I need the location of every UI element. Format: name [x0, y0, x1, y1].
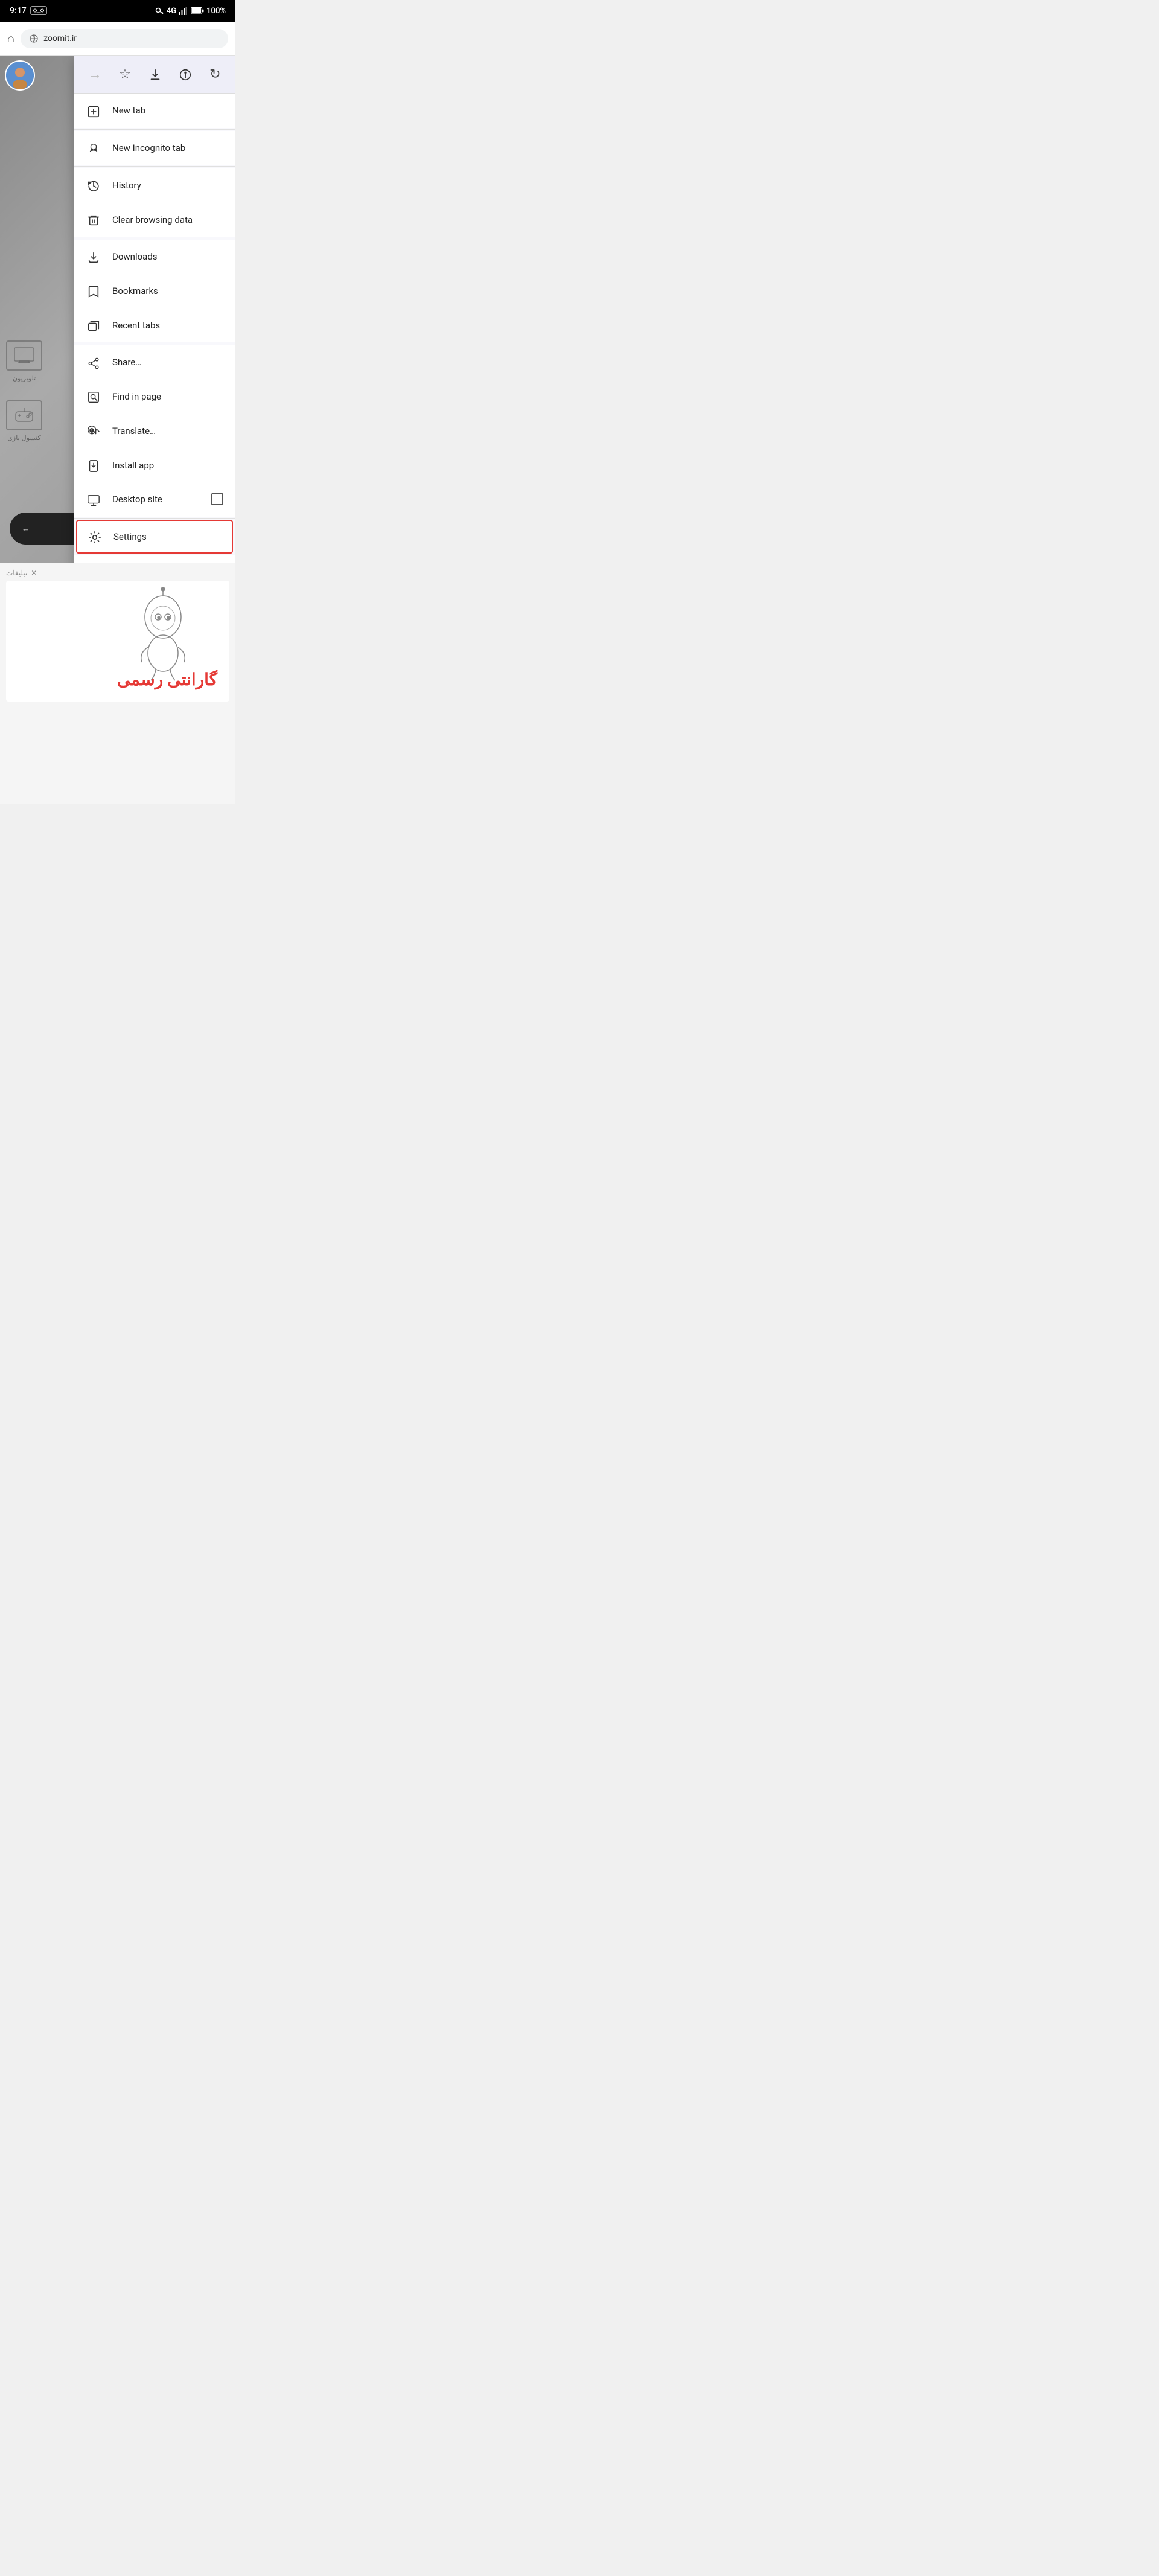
- divider-2: [74, 166, 235, 167]
- ad-label: تبلیغات: [6, 569, 27, 577]
- category-icons: تلویزیون کنسول بازی: [6, 340, 42, 442]
- cassette-icon: [30, 6, 47, 16]
- address-bar[interactable]: zoomit.ir: [21, 29, 228, 48]
- page-bottom: ✕ تبلیغات گارانتی رسمی: [0, 563, 235, 804]
- console-icon: [6, 400, 42, 430]
- bookmark-toolbar-button[interactable]: ☆: [114, 65, 136, 85]
- menu-item-new-tab[interactable]: New tab: [74, 94, 235, 128]
- menu-item-desktop-site[interactable]: Desktop site: [74, 482, 235, 517]
- tv-icon-item: تلویزیون: [6, 340, 42, 382]
- url-text: zoomit.ir: [43, 34, 77, 43]
- recent-tabs-label: Recent tabs: [112, 320, 223, 331]
- battery-icon: [191, 7, 204, 14]
- settings-icon: [87, 529, 103, 545]
- menu-item-share[interactable]: Share…: [74, 345, 235, 380]
- menu-item-settings[interactable]: Settings: [76, 520, 233, 554]
- battery-percent: 100%: [206, 7, 226, 16]
- status-bar: 9:17 4G 100%: [0, 0, 235, 22]
- refresh-toolbar-button[interactable]: ↻: [205, 65, 225, 85]
- download-toolbar-button[interactable]: [144, 65, 167, 85]
- info-toolbar-button[interactable]: [174, 65, 197, 85]
- new-tab-icon: [86, 103, 101, 118]
- find-icon: [86, 389, 101, 404]
- network-4g: 4G: [167, 7, 176, 16]
- tv-label: تلویزیون: [13, 374, 36, 382]
- share-label: Share…: [112, 357, 223, 368]
- ad-text: گارانتی رسمی: [117, 670, 217, 689]
- desktop-site-icon: [86, 492, 101, 507]
- ad-area: گارانتی رسمی: [6, 581, 229, 702]
- astronaut-sketch: [121, 587, 205, 683]
- menu-item-downloads[interactable]: Downloads: [74, 240, 235, 274]
- translate-label: Translate…: [112, 426, 223, 436]
- ad-close-button[interactable]: ✕: [31, 569, 37, 577]
- menu-item-install-app[interactable]: Install app: [74, 448, 235, 482]
- history-icon: [86, 177, 101, 193]
- share-icon: [86, 355, 101, 370]
- downloads-label: Downloads: [112, 251, 223, 262]
- history-label: History: [112, 180, 223, 191]
- menu-item-history[interactable]: History: [74, 168, 235, 202]
- find-in-page-label: Find in page: [112, 391, 223, 402]
- menu-item-translate[interactable]: G Translate…: [74, 414, 235, 448]
- install-app-label: Install app: [112, 460, 223, 471]
- console-label: کنسول بازی: [7, 434, 40, 442]
- scroll-text: ←: [22, 524, 30, 533]
- recent-tabs-icon: [86, 318, 101, 333]
- downloads-icon: [86, 249, 101, 264]
- status-time: 9:17: [10, 6, 27, 16]
- divider-1: [74, 129, 235, 130]
- tv-icon: [6, 340, 42, 371]
- menu-item-find-in-page[interactable]: Find in page: [74, 380, 235, 414]
- key-icon: [155, 6, 164, 16]
- incognito-label: New Incognito tab: [112, 142, 223, 153]
- menu-item-incognito[interactable]: New Incognito tab: [74, 131, 235, 165]
- browser-chrome: ⌂ zoomit.ir: [0, 22, 235, 56]
- home-icon[interactable]: ⌂: [7, 31, 14, 46]
- menu-toolbar: → ☆ ↻: [74, 56, 235, 94]
- menu-item-recent-tabs[interactable]: Recent tabs: [74, 308, 235, 342]
- divider-5: [74, 518, 235, 519]
- dropdown-menu: → ☆ ↻: [74, 56, 235, 563]
- status-time-area: 9:17: [10, 6, 47, 16]
- clear-icon: [86, 212, 101, 227]
- menu-item-bookmarks[interactable]: Bookmarks: [74, 274, 235, 308]
- svg-text:G: G: [90, 428, 94, 433]
- signal-icon: [179, 6, 188, 16]
- page-background: ،جو تلویزیون: [0, 56, 235, 563]
- menu-item-help[interactable]: Help & feedback: [74, 555, 235, 563]
- desktop-site-checkbox[interactable]: [211, 493, 223, 505]
- install-app-icon: [86, 458, 101, 473]
- site-icon: [29, 34, 39, 43]
- bookmarks-label: Bookmarks: [112, 286, 223, 296]
- desktop-site-label: Desktop site: [112, 494, 200, 505]
- status-indicators: 4G 100%: [155, 6, 226, 16]
- new-tab-label: New tab: [112, 105, 223, 116]
- avatar-face: [6, 62, 34, 89]
- menu-item-clear[interactable]: Clear browsing data: [74, 202, 235, 237]
- back-toolbar-button[interactable]: →: [83, 64, 106, 85]
- settings-label: Settings: [113, 531, 222, 542]
- console-icon-item: کنسول بازی: [6, 400, 42, 442]
- user-avatar: [5, 60, 35, 91]
- bookmarks-icon: [86, 284, 101, 299]
- ad-close-row: ✕ تبلیغات: [6, 569, 229, 577]
- clear-label: Clear browsing data: [112, 214, 223, 225]
- translate-icon: G: [86, 423, 101, 438]
- incognito-icon: [86, 141, 101, 156]
